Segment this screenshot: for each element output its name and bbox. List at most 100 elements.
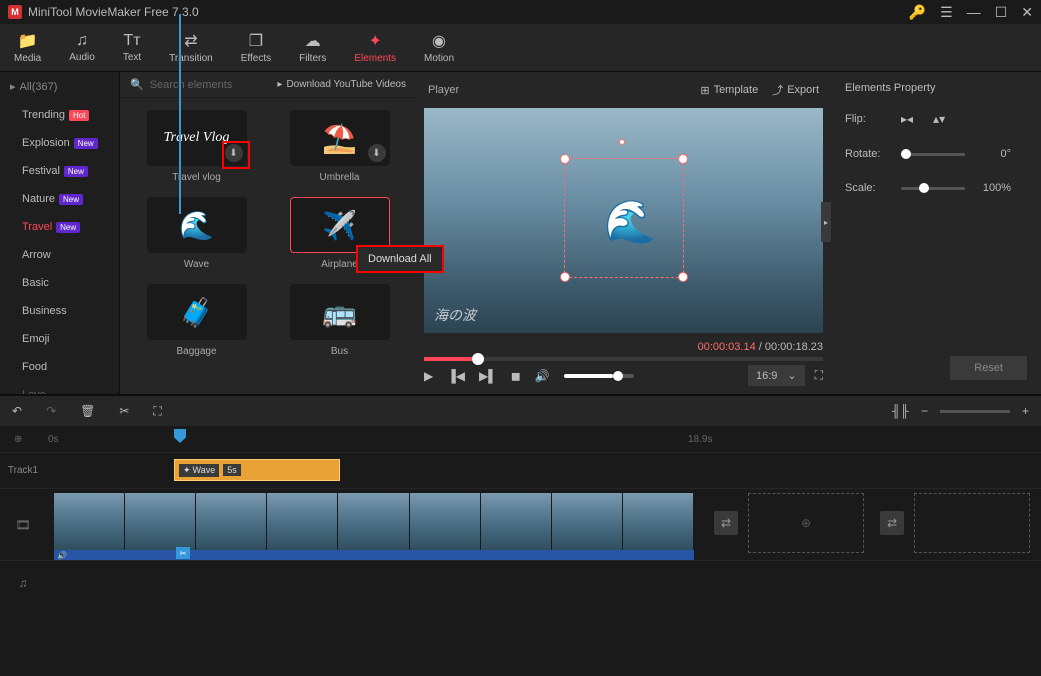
sidebar-item-festival[interactable]: FestivalNew [0, 157, 119, 185]
track-row-audio[interactable]: ♫ [0, 560, 1041, 604]
sidebar-item-nature[interactable]: NatureNew [0, 185, 119, 213]
element-card-baggage[interactable]: 🧳 Baggage [132, 284, 261, 357]
sidebar-item-trending[interactable]: TrendingHot [0, 101, 119, 129]
scrubber-progress [424, 357, 472, 361]
timeline-ruler[interactable]: ⊕ 0s 18.9s [0, 426, 1041, 452]
expand-tab[interactable]: ▸ [821, 202, 831, 242]
scale-slider[interactable] [901, 187, 965, 190]
close-button[interactable]: ✕ [1021, 4, 1033, 21]
sidebar-all-item[interactable]: ▸All(367) [0, 72, 119, 101]
sidebar-item-basic[interactable]: Basic [0, 269, 119, 297]
video-preview[interactable]: 🌊 海の波 [424, 108, 823, 333]
drop-zone[interactable] [914, 493, 1030, 553]
sidebar-item-business[interactable]: Business [0, 297, 119, 325]
tab-transition[interactable]: ⇄Transition [155, 24, 227, 71]
resize-handle[interactable] [560, 154, 570, 164]
tab-audio[interactable]: ♫Audio [55, 24, 109, 71]
undo-button[interactable]: ↶ [12, 404, 22, 419]
resize-handle[interactable] [678, 154, 688, 164]
volume-icon[interactable]: 🔊 [535, 369, 550, 383]
tab-text[interactable]: TᴛText [109, 24, 155, 71]
elements-icon: ✦ [368, 31, 381, 51]
maximize-button[interactable]: ☐ [995, 4, 1008, 21]
download-youtube-link[interactable]: ▸Download YouTube Videos [277, 79, 406, 90]
rotate-slider[interactable] [901, 153, 965, 156]
split-button[interactable]: ✂ [119, 404, 129, 419]
sidebar-item-explosion[interactable]: ExplosionNew [0, 129, 119, 157]
play-button[interactable]: ▶ [424, 369, 433, 383]
swap-button[interactable]: ⇄ [880, 511, 904, 535]
player-panel: Player ⊞Template ⤴Export 🌊 海の波 00:00:03.… [416, 72, 831, 394]
titlebar: M MiniTool MovieMaker Free 7.3.0 🔑 ☰ — ☐… [0, 0, 1041, 24]
tab-motion[interactable]: ◉Motion [410, 24, 468, 71]
swap-button[interactable]: ⇄ [714, 511, 738, 535]
redo-button[interactable]: ↷ [46, 404, 56, 419]
tab-media[interactable]: 📁Media [0, 24, 55, 71]
stop-button[interactable]: ◼ [511, 369, 521, 383]
track-label: Track1 [0, 465, 46, 476]
text-icon: Tᴛ [123, 32, 140, 50]
delete-button[interactable]: 🗑 [80, 404, 95, 419]
crop-button[interactable]: ⛶ [153, 404, 161, 419]
reset-button[interactable]: Reset [950, 356, 1027, 380]
search-input[interactable]: 🔍Search elements [130, 78, 232, 91]
prev-frame-button[interactable]: ▐◀ [447, 369, 465, 383]
tab-elements[interactable]: ✦Elements [340, 24, 410, 71]
element-clip-wave[interactable]: ✦Wave 5s [174, 459, 340, 481]
effects-icon: ❐ [249, 31, 263, 51]
sidebar-item-love[interactable]: Love [0, 381, 119, 394]
fullscreen-button[interactable]: ⛶ [815, 368, 823, 383]
aspect-ratio-select[interactable]: 16:9⌄ [748, 365, 805, 386]
menu-icon[interactable]: ☰ [940, 4, 953, 21]
fit-button[interactable]: ╢╟ [892, 404, 909, 418]
track-row-video[interactable]: 🎞 🔊 ✂ ⇄ ⊕ ⇄ [0, 488, 1041, 560]
drop-zone[interactable]: ⊕ [748, 493, 864, 553]
flip-vertical-button[interactable]: ▴▾ [933, 112, 945, 126]
audio-waveform[interactable]: 🔊 [54, 550, 694, 560]
template-button[interactable]: ⊞Template [700, 82, 758, 98]
upgrade-key-icon[interactable]: 🔑 [909, 4, 926, 21]
video-clip[interactable] [54, 493, 694, 553]
element-card-bus[interactable]: 🚌 Bus [275, 284, 404, 357]
tab-effects[interactable]: ❐Effects [227, 24, 285, 71]
sidebar-item-travel[interactable]: TravelNew [0, 213, 119, 241]
new-badge: New [56, 222, 80, 233]
selection-box[interactable] [564, 158, 684, 278]
zoom-in-button[interactable]: + [1022, 404, 1029, 418]
zoom-slider[interactable] [940, 410, 1010, 413]
minimize-button[interactable]: — [967, 4, 981, 20]
add-track-icon[interactable]: ⊕ [14, 434, 22, 445]
properties-title: Elements Property [845, 82, 1027, 94]
resize-handle[interactable] [560, 272, 570, 282]
audio-track-icon: ♫ [0, 576, 46, 590]
volume-slider[interactable] [564, 374, 634, 378]
main-toolbar: 📁Media ♫Audio TᴛText ⇄Transition ❐Effect… [0, 24, 1041, 72]
music-icon: ♫ [76, 32, 88, 50]
timeline-toolbar: ↶ ↷ 🗑 ✂ ⛶ ╢╟ − + [0, 394, 1041, 426]
playhead[interactable] [174, 429, 186, 443]
zoom-out-button[interactable]: − [921, 404, 928, 418]
element-card-umbrella[interactable]: ⛱️⬇ Umbrella [275, 110, 404, 183]
download-icon[interactable]: ⬇ [368, 144, 386, 162]
scrubber-handle[interactable] [472, 353, 484, 365]
sidebar-item-emoji[interactable]: Emoji [0, 325, 119, 353]
download-all-menu-item[interactable]: Download All [356, 245, 444, 273]
app-logo-icon: M [8, 5, 22, 19]
motion-icon: ◉ [432, 31, 446, 51]
watermark-text: 海の波 [434, 305, 476, 325]
sidebar-item-arrow[interactable]: Arrow [0, 241, 119, 269]
element-card-wave[interactable]: 🌊 Wave [132, 197, 261, 270]
resize-handle[interactable] [678, 272, 688, 282]
element-card-travel-vlog[interactable]: Travel Vlog ⬇ Travel vlog [132, 110, 261, 183]
scrubber[interactable] [424, 357, 823, 361]
next-frame-button[interactable]: ▶▌ [479, 369, 497, 383]
flip-horizontal-button[interactable]: ▸◂ [901, 112, 913, 126]
track-row-elements[interactable]: Track1 ✦Wave 5s [0, 452, 1041, 488]
sidebar-item-food[interactable]: Food [0, 353, 119, 381]
export-button[interactable]: ⤴Export [772, 82, 819, 98]
hot-badge: Hot [69, 110, 89, 121]
rotate-handle[interactable] [619, 139, 625, 145]
caret-icon: ▸ [10, 80, 16, 93]
search-icon: 🔍 [130, 78, 144, 91]
tab-filters[interactable]: ☁Filters [285, 24, 340, 71]
